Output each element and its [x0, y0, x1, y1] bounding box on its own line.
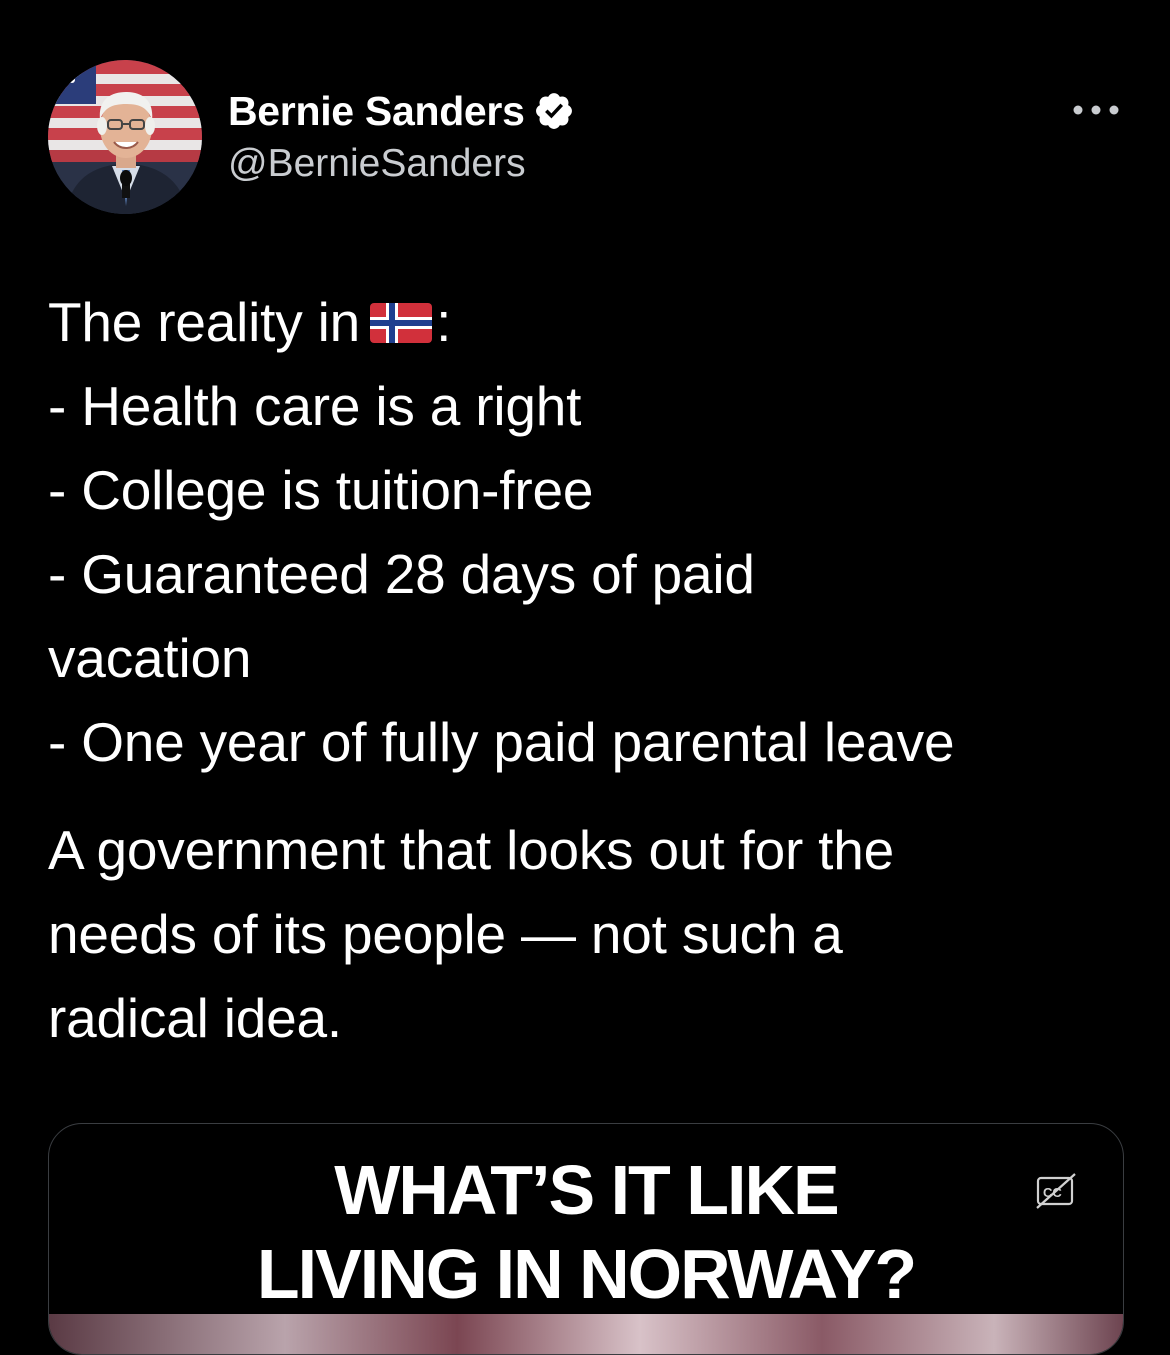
- avatar[interactable]: [48, 60, 202, 214]
- name-row: Bernie Sanders: [228, 86, 575, 136]
- closing-line: needs of its people — not such a: [48, 903, 843, 965]
- author-block: Bernie Sanders @BernieSanders: [228, 86, 575, 190]
- display-name[interactable]: Bernie Sanders: [228, 88, 525, 135]
- video-media-card[interactable]: WHAT’S IT LIKE LIVING IN NORWAY? CC: [48, 1123, 1124, 1355]
- tweet-text: The reality in : - Health care is a righ…: [48, 280, 1138, 1060]
- video-title-line: WHAT’S IT LIKE: [334, 1151, 839, 1229]
- bullet-line: - Health care is a right: [48, 375, 582, 437]
- profile-photo-icon: [48, 60, 202, 214]
- closing-line: A government that looks out for the: [48, 819, 895, 881]
- video-title-line: LIVING IN NORWAY?: [256, 1235, 917, 1313]
- intro-suffix: :: [436, 291, 452, 353]
- norway-flag-emoji-icon: [370, 303, 433, 343]
- closed-captions-icon[interactable]: CC: [1035, 1172, 1077, 1210]
- closing-line: radical idea.: [48, 987, 342, 1049]
- video-thumbnail: [49, 1314, 1123, 1354]
- bullet-line: - One year of fully paid parental leave: [48, 711, 955, 773]
- video-title: WHAT’S IT LIKE LIVING IN NORWAY?: [49, 1148, 1123, 1316]
- more-options-icon: [1073, 105, 1119, 115]
- handle[interactable]: @BernieSanders: [228, 138, 575, 190]
- bullet-line: - Guaranteed 28 days of paid: [48, 543, 755, 605]
- tweet: Bernie Sanders @BernieSanders The realit…: [0, 0, 1170, 1355]
- more-options-button[interactable]: [1068, 92, 1124, 128]
- bullet-line: - College is tuition-free: [48, 459, 594, 521]
- verified-badge-icon: [533, 90, 575, 132]
- intro-prefix: The reality in: [48, 291, 361, 353]
- bullet-line: vacation: [48, 627, 252, 689]
- intro-line: The reality in :: [48, 280, 1138, 364]
